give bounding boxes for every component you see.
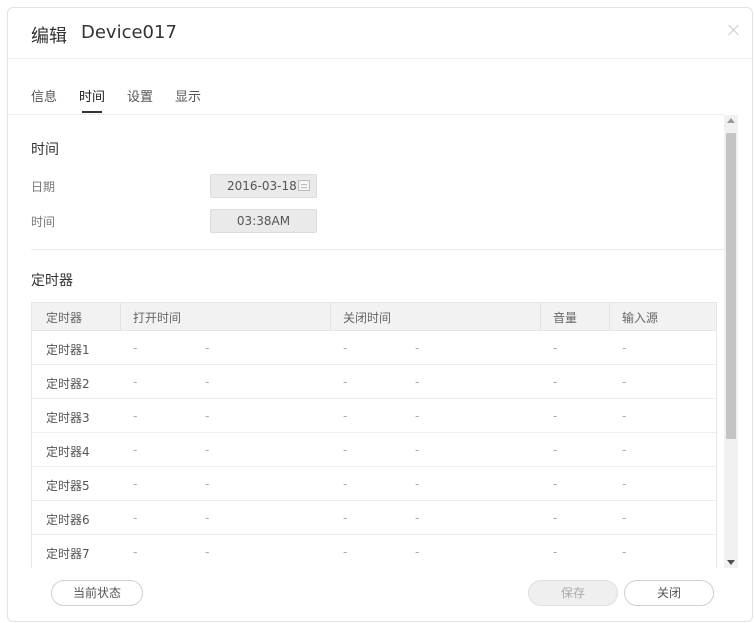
off-time-end: - [415, 477, 420, 491]
column-header-timer: 定时器 [46, 311, 83, 325]
save-button[interactable]: 保存 [528, 580, 618, 606]
time-input[interactable]: 03:38AM [210, 209, 317, 233]
timer-name: 定时器5 [46, 479, 90, 493]
table-header: 定时器 打开时间 关闭时间 音量 输入源 [32, 303, 716, 331]
on-time-start: - [133, 375, 138, 389]
input-source-value: - [622, 341, 627, 355]
timer-name: 定时器2 [46, 377, 90, 391]
tab-display[interactable]: 显示 [175, 86, 201, 105]
column-header-input-source: 输入源 [622, 311, 659, 325]
timer-name: 定时器3 [46, 411, 90, 425]
off-time-end: - [415, 375, 420, 389]
date-input[interactable]: 2016-03-18 [210, 174, 317, 198]
input-source-value: - [622, 443, 627, 457]
time-section-title: 时间 [31, 142, 59, 158]
tab-time[interactable]: 时间 [79, 86, 105, 105]
column-divider [330, 303, 331, 330]
date-value: 2016-03-18 [227, 179, 297, 193]
on-time-start: - [133, 409, 138, 423]
current-status-button[interactable]: 当前状态 [51, 580, 143, 606]
volume-value: - [553, 545, 558, 559]
on-time-end: - [205, 443, 210, 457]
table-row[interactable]: 定时器5 - - - - - - [32, 467, 716, 501]
scrollbar-thumb[interactable] [726, 133, 736, 439]
active-tab-indicator [82, 111, 102, 113]
off-time-end: - [415, 341, 420, 355]
tab-info[interactable]: 信息 [31, 86, 57, 105]
close-button[interactable]: 关闭 [624, 580, 714, 606]
off-time-end: - [415, 409, 420, 423]
table-row[interactable]: 定时器2 - - - - - - [32, 365, 716, 399]
off-time-start: - [343, 477, 348, 491]
volume-value: - [553, 375, 558, 389]
scroll-down-arrow-icon[interactable] [727, 560, 735, 565]
on-time-end: - [205, 545, 210, 559]
table-row[interactable]: 定时器6 - - - - - - [32, 501, 716, 535]
tab-content: 时间 日期 2016-03-18 时间 03:38AM 定时器 定时器 打开时间… [8, 115, 724, 568]
time-value: 03:38AM [236, 214, 291, 228]
input-source-value: - [622, 511, 627, 525]
off-time-start: - [343, 375, 348, 389]
off-time-end: - [415, 443, 420, 457]
input-source-value: - [622, 545, 627, 559]
off-time-start: - [343, 443, 348, 457]
on-time-end: - [205, 511, 210, 525]
input-source-value: - [622, 409, 627, 423]
volume-value: - [553, 409, 558, 423]
column-header-on-time: 打开时间 [133, 311, 182, 325]
on-time-start: - [133, 341, 138, 355]
on-time-end: - [205, 409, 210, 423]
table-row[interactable]: 定时器7 - - - - - - [32, 535, 716, 568]
on-time-end: - [205, 375, 210, 389]
off-time-start: - [343, 545, 348, 559]
edit-dialog: 编辑 Device017 信息 时间 设置 显示 时间 日期 2016-03-1… [7, 7, 753, 622]
column-divider [120, 303, 121, 330]
on-time-start: - [133, 511, 138, 525]
timer-table: 定时器 打开时间 关闭时间 音量 输入源 定时器1 - - - - - - 定时… [31, 302, 717, 568]
input-source-value: - [622, 375, 627, 389]
column-divider [540, 303, 541, 330]
column-header-off-time: 关闭时间 [343, 311, 392, 325]
off-time-start: - [343, 409, 348, 423]
table-row[interactable]: 定时器3 - - - - - - [32, 399, 716, 433]
timer-name: 定时器4 [46, 445, 90, 459]
timer-section-title: 定时器 [31, 273, 73, 289]
on-time-start: - [133, 477, 138, 491]
on-time-end: - [205, 477, 210, 491]
date-label: 日期 [31, 180, 56, 194]
off-time-start: - [343, 341, 348, 355]
timer-name: 定时器1 [46, 343, 90, 357]
calendar-icon[interactable] [298, 180, 310, 191]
on-time-end: - [205, 341, 210, 355]
table-row[interactable]: 定时器1 - - - - - - [32, 331, 716, 365]
dialog-title-label: 编辑 [31, 26, 67, 47]
off-time-end: - [415, 511, 420, 525]
tab-bar: 信息 时间 设置 显示 [8, 86, 724, 115]
timer-name: 定时器6 [46, 513, 90, 527]
column-header-volume: 音量 [553, 311, 578, 325]
section-divider [31, 249, 724, 250]
time-label: 时间 [31, 215, 56, 229]
table-row[interactable]: 定时器4 - - - - - - [32, 433, 716, 467]
dialog-device-name: Device017 [81, 22, 177, 43]
volume-value: - [553, 443, 558, 457]
tab-settings[interactable]: 设置 [127, 86, 153, 105]
on-time-start: - [133, 443, 138, 457]
on-time-start: - [133, 545, 138, 559]
timer-name: 定时器7 [46, 547, 90, 561]
input-source-value: - [622, 477, 627, 491]
off-time-end: - [415, 545, 420, 559]
scroll-up-arrow-icon[interactable] [727, 118, 735, 123]
vertical-scrollbar[interactable] [724, 115, 738, 568]
close-icon[interactable] [726, 22, 742, 38]
off-time-start: - [343, 511, 348, 525]
volume-value: - [553, 477, 558, 491]
volume-value: - [553, 511, 558, 525]
dialog-header: 编辑 Device017 [8, 8, 752, 59]
volume-value: - [553, 341, 558, 355]
column-divider [609, 303, 610, 330]
